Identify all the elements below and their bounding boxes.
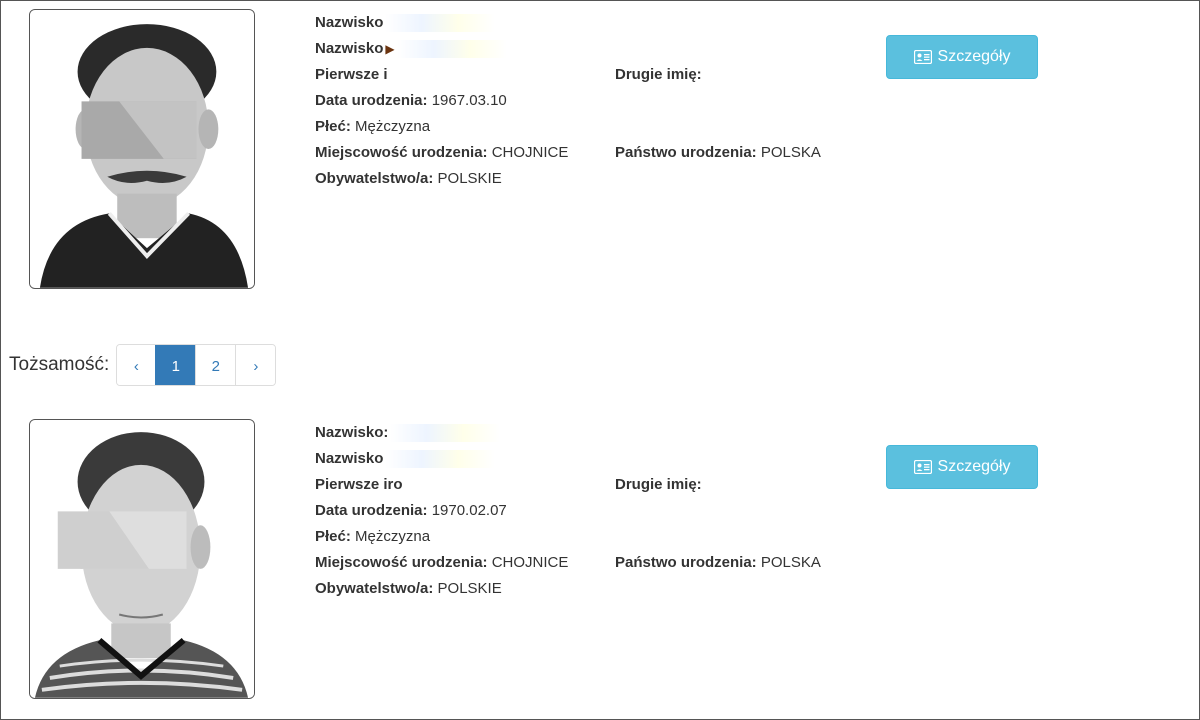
citizenship-row: Obywatelstwo/a: POLSKIE bbox=[315, 166, 502, 192]
first-name-label: Pierwsze i bbox=[315, 66, 388, 83]
details-button[interactable]: Szczegóły bbox=[886, 35, 1038, 79]
citizenship-label: Obywatelstwo/a: bbox=[315, 170, 434, 187]
person-record-2: Nazwisko: Nazwisko Pierwsze iro Drugie i… bbox=[0, 419, 1200, 709]
page-2-button[interactable]: 2 bbox=[195, 345, 236, 385]
redacted-value bbox=[385, 14, 496, 33]
surname2-row: Nazwisko ▶ bbox=[315, 36, 507, 62]
citizenship-value: POLSKIE bbox=[437, 170, 502, 187]
surname2-label: Nazwisko bbox=[315, 450, 384, 467]
surname-label: Nazwisko: bbox=[315, 424, 389, 441]
birth-country-label: Państwo urodzenia: bbox=[615, 554, 757, 571]
sex-label: Płeć: bbox=[315, 118, 351, 135]
person-photo[interactable] bbox=[29, 9, 255, 289]
pagination: ‹ 1 2 › bbox=[116, 344, 277, 386]
birth-country-value: POLSKA bbox=[760, 144, 821, 161]
redacted-value bbox=[385, 450, 496, 469]
first-name-row: Pierwsze i bbox=[315, 62, 388, 88]
birth-country-label: Państwo urodzenia: bbox=[615, 144, 757, 161]
details-button-label: Szczegóły bbox=[937, 458, 1011, 475]
birth-date-row: Data urodzenia: 1970.02.07 bbox=[315, 498, 507, 524]
citizenship-row: Obywatelstwo/a: POLSKIE bbox=[315, 576, 502, 602]
birth-country-value: POLSKA bbox=[760, 554, 821, 571]
details-button[interactable]: Szczegóły bbox=[886, 445, 1038, 489]
next-page-button[interactable]: › bbox=[235, 345, 276, 385]
person-photo[interactable] bbox=[29, 419, 255, 699]
redacted-value bbox=[390, 424, 501, 443]
surname-row: Nazwisko bbox=[315, 10, 496, 36]
surname-label: Nazwisko bbox=[315, 14, 384, 31]
birth-place-row: Miejscowość urodzenia: CHOJNICE bbox=[315, 550, 568, 576]
sex-value: Mężczyzna bbox=[355, 528, 431, 545]
pagination-label: Tożsamość: bbox=[9, 354, 110, 375]
prev-page-button[interactable]: ‹ bbox=[117, 345, 156, 385]
first-name-label: Pierwsze iro bbox=[315, 476, 403, 493]
id-card-icon bbox=[913, 50, 932, 64]
sex-value: Mężczyzna bbox=[355, 118, 431, 135]
surname2-label: Nazwisko bbox=[315, 40, 384, 57]
id-card-icon bbox=[913, 460, 932, 474]
surname2-row: Nazwisko bbox=[315, 446, 496, 472]
birth-place-row: Miejscowość urodzenia: CHOJNICE bbox=[315, 140, 568, 166]
second-name-label: Drugie imię: bbox=[615, 66, 702, 83]
birth-country-row: Państwo urodzenia: POLSKA bbox=[615, 140, 821, 166]
sex-row: Płeć: Mężczyzna bbox=[315, 114, 430, 140]
page-1-button[interactable]: 1 bbox=[155, 345, 196, 385]
citizenship-label: Obywatelstwo/a: bbox=[315, 580, 434, 597]
citizenship-value: POLSKIE bbox=[437, 580, 502, 597]
second-name-row: Drugie imię: bbox=[615, 472, 702, 498]
birth-place-value: CHOJNICE bbox=[491, 554, 569, 571]
birth-place-value: CHOJNICE bbox=[491, 144, 569, 161]
identity-pagination: Tożsamość: ‹ 1 2 › bbox=[9, 343, 277, 387]
surname-row: Nazwisko: bbox=[315, 420, 501, 446]
birth-place-label: Miejscowość urodzenia: bbox=[315, 144, 488, 161]
details-button-label: Szczegóły bbox=[937, 48, 1011, 65]
birth-date-value: 1970.02.07 bbox=[431, 502, 507, 519]
person-record-1: Nazwisko Nazwisko ▶ Pierwsze i Drugie imi… bbox=[0, 9, 1200, 299]
sex-label: Płeć: bbox=[315, 528, 351, 545]
first-name-row: Pierwsze iro bbox=[315, 472, 403, 498]
birth-date-label: Data urodzenia: bbox=[315, 92, 428, 109]
second-name-label: Drugie imię: bbox=[615, 476, 702, 493]
person-photo-image bbox=[30, 420, 254, 698]
second-name-row: Drugie imię: bbox=[615, 62, 702, 88]
person-photo-image bbox=[30, 10, 254, 288]
birth-place-label: Miejscowość urodzenia: bbox=[315, 554, 488, 571]
birth-country-row: Państwo urodzenia: POLSKA bbox=[615, 550, 821, 576]
redacted-value bbox=[396, 40, 507, 59]
birth-date-label: Data urodzenia: bbox=[315, 502, 428, 519]
birth-date-value: 1967.03.10 bbox=[431, 92, 507, 109]
birth-date-row: Data urodzenia: 1967.03.10 bbox=[315, 88, 507, 114]
arrow-marker-icon: ▶ bbox=[385, 42, 395, 57]
sex-row: Płeć: Mężczyzna bbox=[315, 524, 430, 550]
